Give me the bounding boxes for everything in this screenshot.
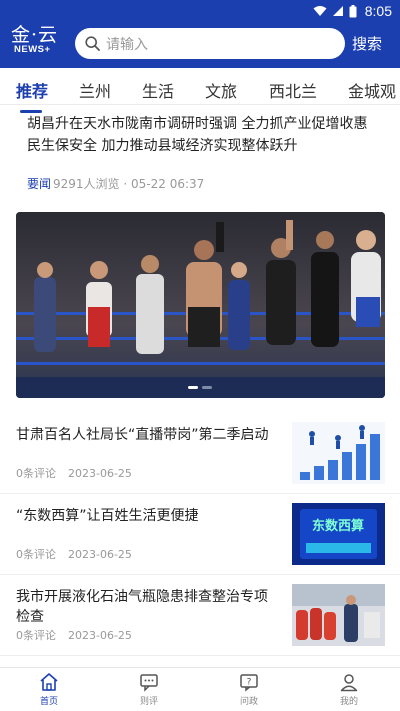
gas-cylinders-image <box>292 584 385 646</box>
news-meta: 0条评论 2023-06-25 <box>16 546 132 562</box>
status-icons: 8:05 <box>313 3 392 19</box>
app-header: 8:05 金·云 NEWS+ 请输入 搜索 <box>0 0 400 68</box>
news-thumbnail <box>292 422 385 484</box>
nav-label: 我的 <box>339 697 358 707</box>
news-date: 2023-06-25 <box>68 629 132 642</box>
news-date: 2023-06-25 <box>68 548 132 561</box>
user-icon <box>340 674 358 692</box>
news-title: “东数西算”让百姓生活更便捷 <box>16 508 199 524</box>
signal-icon <box>332 6 343 16</box>
news-date: 2023-06-25 <box>68 467 132 480</box>
nav-label: 问政 <box>239 697 258 707</box>
news-item[interactable]: 我市开展液化石油气瓶隐患排查整治专项检查 0条评论 2023-06-25 <box>0 575 400 656</box>
chart-figures-image <box>292 422 385 484</box>
news-title: 甘肃百名人社局长“直播带岗”第二季启动 <box>16 427 269 443</box>
news-item[interactable]: 甘肃百名人社局长“直播带岗”第二季启动 0条评论 2023-06-25 <box>0 413 400 494</box>
feature-article[interactable]: 胡昌升在天水市陇南市调研时强调 全力抓产业促增收惠民生保安全 加力推动县域经济实… <box>27 113 372 157</box>
search-placeholder: 请输入 <box>106 36 148 53</box>
boxing-photo <box>16 212 385 398</box>
news-thumbnail: 东数西算 <box>292 503 385 565</box>
feature-article-title: 胡昌升在天水市陇南市调研时强调 全力抓产业促增收惠民生保安全 加力推动县域经济实… <box>27 116 368 154</box>
category-tabs: 推荐 兰州 生活 文旅 西北兰 金城观 <box>0 68 400 105</box>
data-computing-image: 东数西算 <box>292 503 385 565</box>
nav-home[interactable]: 首页 <box>19 672 79 707</box>
news-meta: 0条评论 2023-06-25 <box>16 465 132 481</box>
svg-text:?: ? <box>247 678 252 688</box>
nav-profile[interactable]: 我的 <box>319 672 379 707</box>
app-logo: 金·云 NEWS+ <box>11 25 67 61</box>
nav-inquiry[interactable]: ? 问政 <box>219 672 279 707</box>
comment-count: 0条评论 <box>16 467 56 480</box>
tab-lanzhou[interactable]: 兰州 <box>79 78 111 102</box>
tab-northwest[interactable]: 西北兰 <box>269 78 317 102</box>
status-bar: 8:05 <box>0 0 400 22</box>
nav-label: 则评 <box>139 697 158 707</box>
bottom-navigation: 首页 则评 ? 问政 我的 <box>0 667 400 711</box>
search-button[interactable]: 搜索 <box>352 33 382 54</box>
view-count: 9291人浏览 <box>53 177 120 191</box>
feature-article-meta: 要闻 9291人浏览 · 05-22 06:37 <box>27 175 204 192</box>
comment-icon <box>140 674 158 692</box>
article-time: 05-22 06:37 <box>131 177 205 191</box>
status-time: 8:05 <box>364 3 392 19</box>
hero-banner-image[interactable] <box>16 212 385 398</box>
tab-jinchengguan[interactable]: 金城观 <box>348 78 396 102</box>
nav-comment[interactable]: 则评 <box>119 672 179 707</box>
meta-separator: · <box>123 177 128 191</box>
home-icon <box>40 673 58 691</box>
battery-icon <box>349 4 357 17</box>
tab-culture-travel[interactable]: 文旅 <box>205 78 237 102</box>
thumb-caption: 东数西算 <box>312 518 364 534</box>
wifi-icon <box>313 6 327 16</box>
news-meta: 0条评论 2023-06-25 <box>16 627 132 643</box>
tab-recommend[interactable]: 推荐 <box>16 78 48 102</box>
tab-life[interactable]: 生活 <box>142 78 174 102</box>
news-title: 我市开展液化石油气瓶隐患排查整治专项检查 <box>16 589 268 625</box>
search-icon <box>85 36 100 51</box>
comment-count: 0条评论 <box>16 548 56 561</box>
article-tag: 要闻 <box>27 177 52 191</box>
search-input[interactable]: 请输入 <box>75 28 345 59</box>
logo-main-text: 金·云 <box>11 24 59 46</box>
logo-sub-text: NEWS+ <box>14 44 51 55</box>
question-icon: ? <box>240 674 258 692</box>
news-thumbnail <box>292 584 385 646</box>
news-item[interactable]: “东数西算”让百姓生活更便捷 0条评论 2023-06-25 东数西算 <box>0 494 400 575</box>
nav-label: 首页 <box>39 697 58 707</box>
comment-count: 0条评论 <box>16 629 56 642</box>
